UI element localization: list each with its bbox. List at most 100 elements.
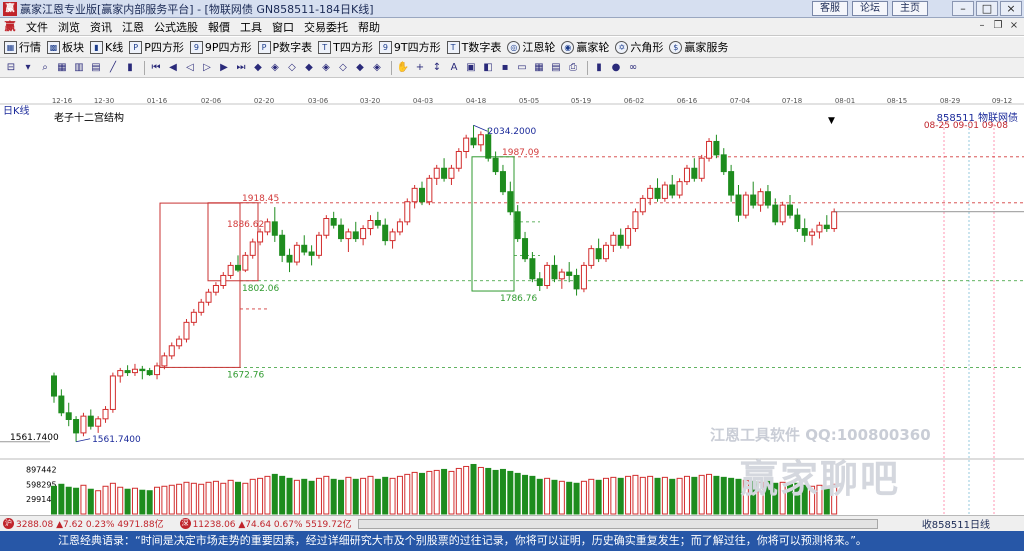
grid-icon[interactable]: ▦: [55, 61, 69, 75]
menu-browse[interactable]: 浏览: [53, 19, 85, 35]
toolbar-button-square-t[interactable]: T T四方形: [318, 39, 373, 55]
mdi-minimize-icon[interactable]: –: [976, 20, 988, 32]
diamond4-icon[interactable]: ◆: [302, 61, 316, 75]
bars-icon[interactable]: ▥: [72, 61, 86, 75]
volume-bar: [396, 475, 403, 515]
save-icon[interactable]: ▪: [498, 61, 512, 75]
volume-bar: [632, 474, 639, 515]
candle-body: [595, 248, 602, 260]
menu-formula[interactable]: 公式选股: [149, 19, 203, 35]
maximize-icon[interactable]: □: [976, 1, 998, 16]
last-icon[interactable]: ⏭: [234, 61, 248, 75]
volume-bar: [463, 465, 470, 515]
volume-bar: [566, 481, 573, 515]
toolbar-button-hexagon[interactable]: ✡ 六角形: [615, 39, 663, 55]
book-icon[interactable]: ▮: [592, 61, 606, 75]
volume-bar: [190, 482, 197, 515]
candle-body: [507, 191, 514, 213]
layers-icon[interactable]: ▤: [549, 61, 563, 75]
volume-bar: [51, 485, 57, 515]
diamond3-icon[interactable]: ◇: [285, 61, 299, 75]
diamond7-icon[interactable]: ◆: [353, 61, 367, 75]
candle-body: [176, 338, 183, 347]
screen-icon[interactable]: ▭: [515, 61, 529, 75]
menu-quote[interactable]: 報價: [203, 19, 235, 35]
diamond5-icon[interactable]: ◈: [319, 61, 333, 75]
next-icon[interactable]: ▶: [217, 61, 231, 75]
home-link[interactable]: 主页: [892, 1, 928, 16]
color-icon[interactable]: ●: [609, 61, 623, 75]
table-icon[interactable]: ▦: [532, 61, 546, 75]
volume-bar: [455, 467, 462, 515]
hand-icon[interactable]: ✋: [396, 61, 410, 75]
forum-link[interactable]: 论坛: [852, 1, 888, 16]
menu-help[interactable]: 帮助: [353, 19, 385, 35]
index-sh-icon: 沪: [3, 518, 14, 529]
print-icon[interactable]: ⎙: [566, 61, 580, 75]
service-link[interactable]: 客服: [812, 1, 848, 16]
diamond2-icon[interactable]: ◈: [268, 61, 282, 75]
toolbar-button-table-p[interactable]: P P数字表: [257, 39, 312, 55]
candle-body: [411, 187, 418, 203]
line-icon[interactable]: ╱: [106, 61, 120, 75]
menu-tools[interactable]: 工具: [235, 19, 267, 35]
mdi-restore-icon[interactable]: ❐: [992, 20, 1004, 32]
palette-icon[interactable]: ◧: [481, 61, 495, 75]
hexagon-icon: ✡: [615, 40, 629, 54]
chart-icon[interactable]: ▤: [89, 61, 103, 75]
horizontal-scrollbar[interactable]: [357, 518, 878, 529]
infinity-icon[interactable]: ∞: [626, 61, 640, 75]
menu-file[interactable]: 文件: [21, 19, 53, 35]
text-icon[interactable]: A: [447, 61, 461, 75]
toolbar-button-square-p[interactable]: P P四方形: [129, 39, 184, 55]
volume-bar: [580, 480, 587, 515]
menu-trade[interactable]: 交易委托: [299, 19, 353, 35]
first-icon[interactable]: ⏮: [149, 61, 163, 75]
magnify-icon[interactable]: ⌕: [38, 61, 52, 75]
candle-body: [698, 157, 705, 179]
toolbar-button-label: P四方形: [144, 41, 184, 54]
left-icon[interactable]: ◁: [183, 61, 197, 75]
cursor-icon[interactable]: ⊟: [4, 61, 18, 75]
candle-tool-icon[interactable]: ▮: [123, 61, 137, 75]
volume-bar: [65, 486, 72, 515]
diamond-icon[interactable]: ◆: [251, 61, 265, 75]
candle-body: [522, 238, 529, 260]
candle-body: [661, 184, 668, 199]
gann-quote-bar: 江恩经典语录：“时间是决定市场走势的重要因素，经过详细研究大市及个别股票的过往记…: [0, 531, 1024, 551]
diamond6-icon[interactable]: ◇: [336, 61, 350, 75]
diamond8-icon[interactable]: ◈: [370, 61, 384, 75]
dropdown-icon[interactable]: ▾: [21, 61, 35, 75]
toolbar-button-square-9p[interactable]: 9 9P四方形: [189, 39, 252, 55]
menu-gann[interactable]: 江恩: [117, 19, 149, 35]
minimize-icon[interactable]: –: [952, 1, 974, 16]
image-icon[interactable]: ▣: [464, 61, 478, 75]
toolbar-button-blocks[interactable]: ▩ 板块: [47, 39, 84, 55]
candle-body: [419, 187, 425, 203]
volume-bar: [220, 482, 227, 515]
toolbar-button-wheel[interactable]: ◎ 江恩轮: [507, 39, 555, 55]
menu-window[interactable]: 窗口: [267, 19, 299, 35]
mdi-close-icon[interactable]: ×: [1008, 20, 1020, 32]
toolbar-button-grid[interactable]: ▦ 行情: [4, 39, 41, 55]
candle-body: [676, 181, 683, 196]
toolbar-button-winner-wheel[interactable]: ◉ 赢家轮: [561, 39, 609, 55]
volume-bar: [595, 479, 602, 515]
date-tick-label: 04-18: [466, 97, 486, 105]
right-icon[interactable]: ▷: [200, 61, 214, 75]
toolbar-button-square-9t[interactable]: 9 9T四方形: [378, 39, 441, 55]
menu-info[interactable]: 资讯: [85, 19, 117, 35]
crosshair-icon[interactable]: +: [413, 61, 427, 75]
volume-bar: [514, 472, 521, 515]
close-icon[interactable]: ×: [1000, 1, 1022, 16]
prev-icon[interactable]: ◀: [166, 61, 180, 75]
candle-body: [198, 301, 205, 313]
candle-body: [308, 251, 315, 256]
date-tick-label: 08-29: [940, 97, 960, 105]
toolbar-button-candle[interactable]: ▮ K线: [90, 39, 123, 55]
toolbar-button-dollar[interactable]: $ 赢家服务: [669, 39, 728, 55]
candle-body: [65, 412, 72, 420]
candle-body: [603, 244, 609, 260]
toolbar-button-table-t[interactable]: T T数字表: [446, 39, 501, 55]
arrow-icon[interactable]: ↕: [430, 61, 444, 75]
